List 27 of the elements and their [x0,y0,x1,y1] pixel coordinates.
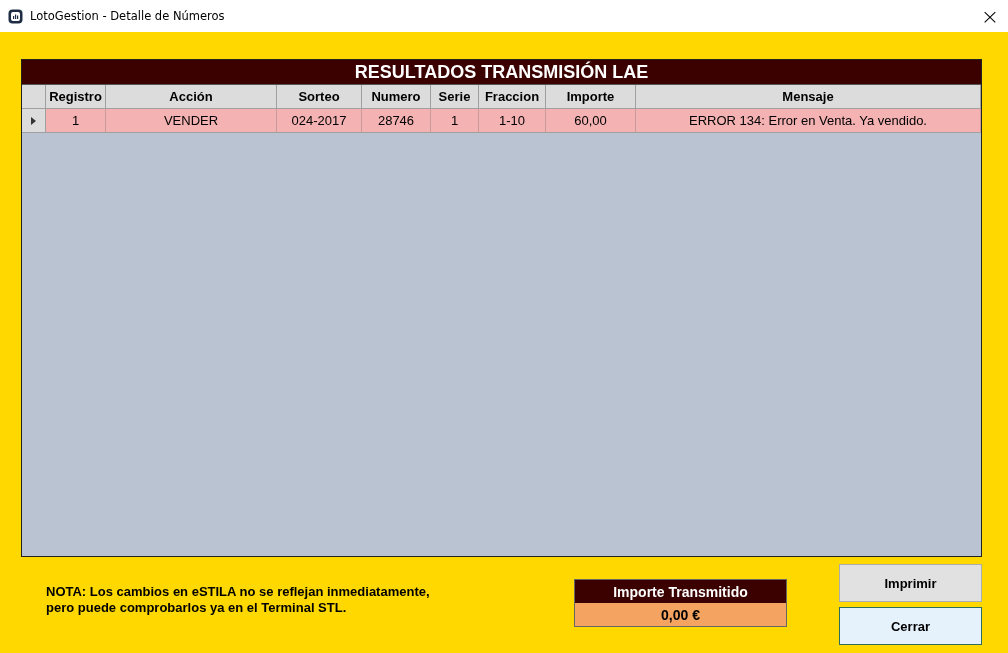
total-label: Importe Transmitido [575,580,786,603]
corner-cell [22,85,46,109]
column-header[interactable]: Serie [431,85,479,109]
table-cell: VENDER [106,109,277,133]
column-header[interactable]: Numero [362,85,431,109]
column-header[interactable]: Importe [546,85,636,109]
row-header[interactable] [22,109,46,133]
grid-title: RESULTADOS TRANSMISIÓN LAE [22,60,981,85]
note-text: NOTA: Los cambios en eSTILA no se reflejan inmediatamente, pero puede comprobarlos ya en el Terminal STL. [45,583,431,616]
column-header[interactable]: Fraccion [479,85,546,109]
dialog-button[interactable]: Cerrar [839,607,982,645]
app-icon [8,8,23,24]
table-cell: 28746 [362,109,431,133]
column-header[interactable]: Acción [106,85,277,109]
table-cell: 1 [46,109,106,133]
column-header[interactable]: Registro [46,85,106,109]
column-header[interactable]: Sorteo [277,85,362,109]
table-cell: 1 [431,109,479,133]
table-cell: ERROR 134: Error en Venta. Ya vendido. [636,109,981,133]
table-cell: 024-2017 [277,109,362,133]
window-title: LotoGestion - Detalle de Números [30,9,226,23]
table-cell: 1-10 [479,109,546,133]
dialog-button[interactable]: Imprimir [839,564,982,602]
table-cell: 60,00 [546,109,636,133]
total-value: 0,00 € [575,603,786,626]
column-header[interactable]: Mensaje [636,85,981,109]
close-button[interactable]: × [975,0,1005,32]
